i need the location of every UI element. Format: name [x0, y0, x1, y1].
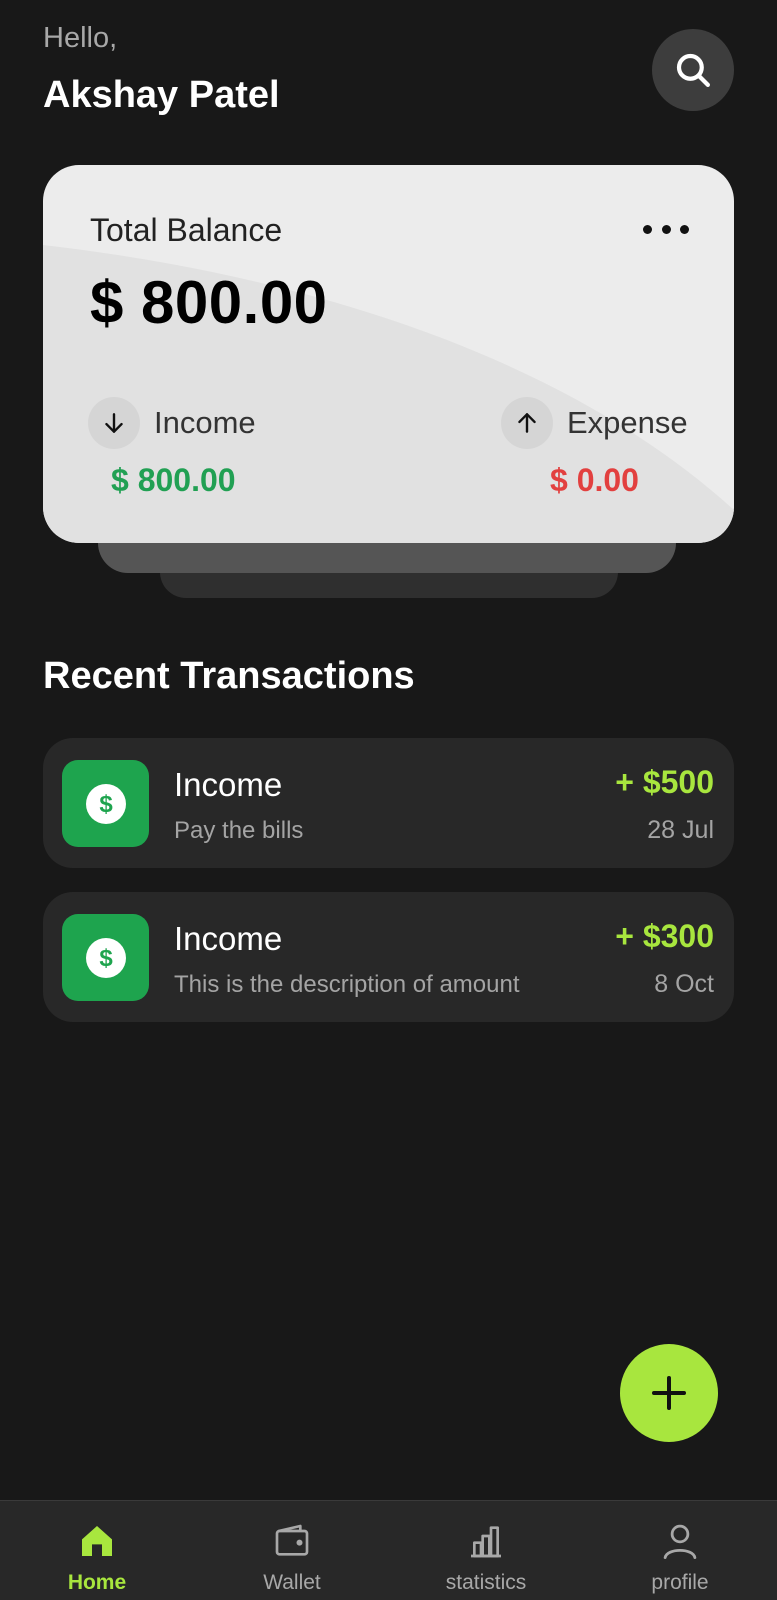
arrow-up-icon [518, 413, 536, 433]
nav-item-profile[interactable]: profile [600, 1501, 760, 1600]
nav-item-statistics[interactable]: statistics [406, 1501, 566, 1600]
more-dot [680, 224, 689, 234]
expense-value: $ 0.00 [550, 462, 639, 498]
balance-card[interactable]: Total Balance $ 800.00 Income $ 800.00 E… [43, 165, 734, 543]
transaction-description: Pay the bills [174, 817, 304, 844]
transaction-description: This is the description of amount [174, 971, 520, 998]
nav-label: Home [67, 1571, 127, 1594]
recent-transactions-title: Recent Transactions [43, 655, 415, 697]
svg-text:$: $ [99, 791, 113, 818]
transaction-item[interactable]: $ Income This is the description of amou… [43, 892, 734, 1022]
add-transaction-button[interactable] [620, 1344, 718, 1442]
transaction-title: Income [174, 920, 283, 957]
expense-indicator [501, 397, 553, 449]
nav-icon-wrapper [75, 1519, 119, 1563]
nav-icon-wrapper [464, 1519, 508, 1563]
transaction-amount: + $300 [615, 918, 714, 954]
nav-icon-wrapper [658, 1519, 702, 1563]
svg-text:$: $ [99, 945, 113, 972]
transaction-date: 8 Oct [654, 970, 714, 998]
user-name: Akshay Patel [43, 74, 280, 116]
transaction-title: Income [174, 766, 283, 803]
search-icon [676, 53, 710, 87]
total-balance-label: Total Balance [90, 212, 283, 248]
bar-chart-icon [471, 1526, 501, 1558]
nav-icon-wrapper [270, 1519, 314, 1563]
transaction-icon-tile: $ [62, 914, 149, 1001]
income-label: Income [154, 405, 256, 440]
transaction-amount: + $500 [615, 764, 714, 800]
transaction-icon-tile: $ [62, 760, 149, 847]
transaction-date: 28 Jul [647, 816, 714, 844]
transaction-item[interactable]: $ Income Pay the bills + $500 28 Jul [43, 738, 734, 868]
total-balance-value: $ 800.00 [90, 269, 328, 336]
search-button[interactable] [652, 29, 734, 111]
wallet-icon [275, 1524, 309, 1556]
income-value: $ 800.00 [111, 462, 236, 498]
dollar-icon: $ [85, 937, 126, 978]
more-options-button[interactable] [643, 215, 689, 243]
plus-icon [652, 1376, 686, 1410]
nav-item-wallet[interactable]: Wallet [212, 1501, 372, 1600]
home-icon [82, 1526, 112, 1556]
nav-label: statistics [445, 1571, 527, 1594]
nav-label: profile [651, 1571, 709, 1594]
greeting-text: Hello, [43, 22, 118, 54]
arrow-down-icon [105, 413, 123, 433]
user-icon [663, 1524, 697, 1560]
income-indicator [88, 397, 140, 449]
bottom-navigation: Home Wallet statistics profile [0, 1500, 777, 1600]
more-horizontal-icon [643, 224, 652, 234]
nav-item-home[interactable]: Home [17, 1501, 177, 1600]
nav-label: Wallet [263, 1571, 321, 1594]
home-screen: Hello, Akshay Patel Total Balance $ 800.… [0, 0, 777, 1600]
dollar-icon: $ [85, 783, 126, 824]
expense-label: Expense [567, 405, 688, 440]
more-dot [661, 224, 671, 234]
